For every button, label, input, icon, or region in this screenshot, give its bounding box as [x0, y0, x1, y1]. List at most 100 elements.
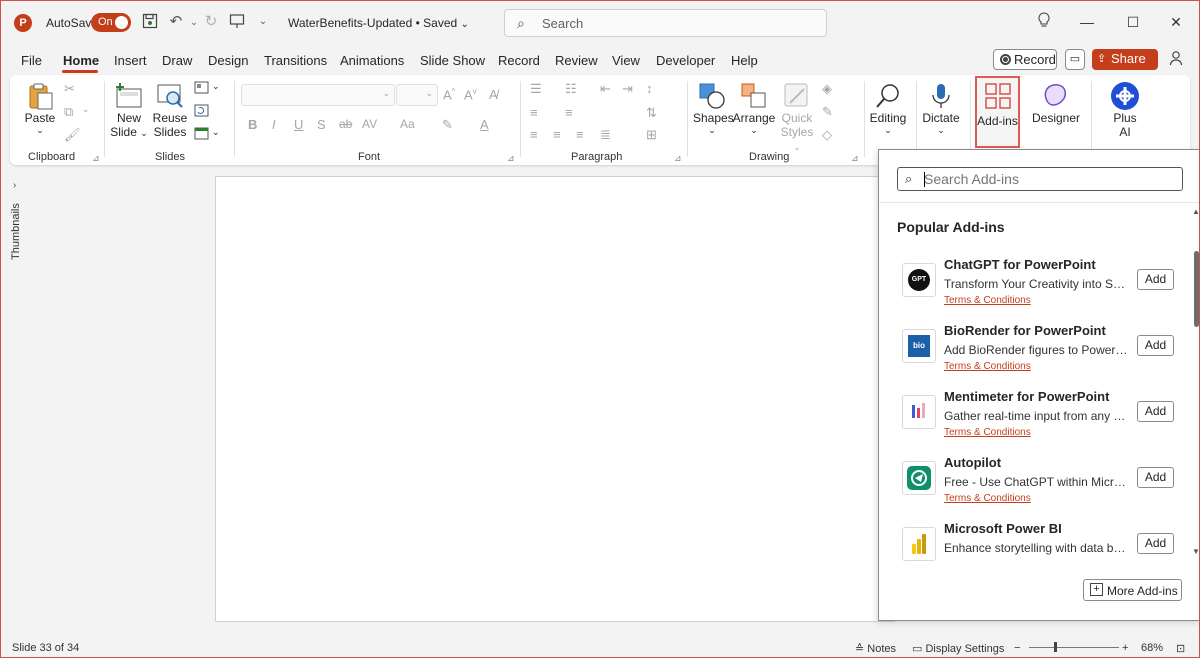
tab-help[interactable]: Help — [731, 53, 758, 68]
close-icon[interactable]: ✕ — [1166, 12, 1186, 32]
align-right-icon[interactable]: ≡ — [576, 127, 592, 143]
slide-canvas[interactable] — [215, 176, 895, 622]
terms-link[interactable]: Terms & Conditions — [944, 361, 1031, 372]
search-box[interactable]: ⌕ Search — [504, 9, 827, 37]
dialog-launcher-icon[interactable]: ⊿ — [674, 153, 682, 164]
add-in-item[interactable]: bio BioRender for PowerPoint Add BioRend… — [897, 323, 1177, 383]
italic-icon[interactable]: I — [272, 117, 288, 133]
chevron-down-icon[interactable]: ⌄ — [212, 127, 228, 143]
underline-icon[interactable]: U — [294, 117, 310, 133]
bullets-icon[interactable]: ☰ — [530, 81, 546, 97]
scroll-up-icon[interactable]: ▲ — [1192, 207, 1200, 216]
format-painter-icon[interactable]: 🖌 — [64, 127, 81, 143]
dialog-launcher-icon[interactable]: ⊿ — [507, 153, 515, 164]
editing-button[interactable]: Editing ⌄ — [868, 81, 908, 136]
increase-indent-icon[interactable]: ⇥ — [622, 81, 638, 97]
chevron-right-icon[interactable]: › — [13, 180, 16, 191]
add-in-item[interactable]: Mentimeter for PowerPoint Gather real-ti… — [897, 389, 1177, 449]
share-button[interactable]: ⇪ Share — [1092, 49, 1158, 70]
smartart-icon[interactable]: ⊞ — [646, 127, 662, 143]
more-add-ins-button[interactable]: + More Add-ins — [1083, 579, 1182, 601]
add-in-item[interactable]: Autopilot Free - Use ChatGPT within Micr… — [897, 455, 1177, 515]
strikethrough-icon[interactable]: ab — [339, 117, 355, 133]
add-in-item[interactable]: Microsoft Power BI Enhance storytelling … — [897, 521, 1177, 561]
shape-fill-icon[interactable]: ◈ — [822, 81, 838, 97]
add-button[interactable]: Add — [1137, 401, 1174, 422]
scroll-down-icon[interactable]: ▼ — [1192, 547, 1200, 556]
chevron-down-icon[interactable]: ⌄ — [212, 81, 228, 97]
scrollbar-thumb[interactable] — [1194, 251, 1199, 327]
layout-icon[interactable] — [194, 81, 210, 97]
document-title[interactable]: WaterBenefits-Updated • Saved ⌄ — [288, 16, 469, 30]
font-color-icon[interactable]: A — [480, 117, 496, 133]
new-slide-button[interactable]: New Slide ⌄ — [110, 81, 148, 139]
autosave-toggle[interactable]: On — [91, 13, 131, 32]
terms-link[interactable]: Terms & Conditions — [944, 493, 1031, 504]
tab-animations[interactable]: Animations — [340, 53, 404, 68]
paste-button[interactable]: Paste ⌄ — [22, 81, 58, 136]
comment-icon[interactable]: ▭ — [1065, 49, 1085, 70]
customize-icon[interactable]: ⌄ — [254, 13, 272, 31]
fit-slide-icon[interactable]: ⊡ — [1176, 642, 1185, 655]
line-spacing-icon[interactable]: ↕ — [646, 81, 662, 97]
tab-design[interactable]: Design — [208, 53, 248, 68]
font-family-select[interactable]: ⌄ — [241, 84, 395, 106]
add-ins-button[interactable]: Add-ins — [975, 76, 1020, 148]
chevron-down-icon[interactable]: ⌄ — [82, 104, 98, 120]
add-in-item[interactable]: GPT ChatGPT for PowerPoint Transform You… — [897, 257, 1177, 317]
terms-link[interactable]: Terms & Conditions — [944, 295, 1031, 306]
increase-font-icon[interactable]: A^ — [443, 87, 459, 103]
bold-icon[interactable]: B — [248, 117, 264, 133]
change-case-icon[interactable]: Aa — [400, 117, 416, 133]
decrease-font-icon[interactable]: Av — [464, 87, 480, 103]
add-button[interactable]: Add — [1137, 335, 1174, 356]
dialog-launcher-icon[interactable]: ⊿ — [92, 153, 100, 164]
justify-icon[interactable]: ≣ — [600, 127, 616, 143]
quick-styles-button[interactable]: Quick Styles ⌄ — [778, 81, 816, 153]
terms-link[interactable]: Terms & Conditions — [944, 427, 1031, 438]
lightbulb-icon[interactable] — [1034, 12, 1054, 32]
highlight-icon[interactable]: ✎ — [442, 117, 458, 133]
text-direction-icon[interactable]: ⇅ — [646, 105, 662, 121]
shape-effects-icon[interactable]: ◇ — [822, 127, 838, 143]
plus-ai-button[interactable]: Plus AI — [1103, 81, 1147, 139]
increase-list-level-icon[interactable]: ≡ — [565, 105, 581, 121]
tab-transitions[interactable]: Transitions — [264, 53, 327, 68]
maximize-icon[interactable]: ☐ — [1123, 12, 1143, 32]
zoom-slider-thumb[interactable] — [1054, 642, 1057, 652]
reset-icon[interactable] — [194, 104, 210, 120]
add-button[interactable]: Add — [1137, 533, 1174, 554]
decrease-list-level-icon[interactable]: ≡ — [530, 105, 546, 121]
present-icon[interactable] — [228, 13, 246, 31]
text-shadow-icon[interactable]: S — [317, 117, 333, 133]
align-left-icon[interactable]: ≡ — [530, 127, 546, 143]
tab-review[interactable]: Review — [555, 53, 598, 68]
tab-home[interactable]: Home — [63, 53, 99, 68]
zoom-slider[interactable] — [1029, 647, 1119, 648]
add-button[interactable]: Add — [1137, 467, 1174, 488]
add-ins-search-input[interactable] — [924, 170, 1174, 188]
redo-icon[interactable]: ↻ — [202, 13, 220, 31]
save-icon[interactable] — [141, 13, 159, 31]
add-button[interactable]: Add — [1137, 269, 1174, 290]
designer-button[interactable]: Designer — [1030, 81, 1082, 125]
person-icon[interactable] — [1169, 50, 1185, 70]
arrange-button[interactable]: Arrange ⌄ — [732, 81, 776, 136]
numbering-icon[interactable]: ☷ — [565, 81, 581, 97]
section-icon[interactable] — [194, 127, 210, 143]
zoom-level[interactable]: 68% — [1141, 642, 1163, 654]
shape-outline-icon[interactable]: ✎ — [822, 104, 838, 120]
copy-icon[interactable]: ⧉ — [64, 104, 80, 120]
dialog-launcher-icon[interactable]: ⊿ — [851, 153, 859, 164]
character-spacing-icon[interactable]: AV — [362, 117, 378, 133]
scrollbar[interactable]: ▲ ▼ — [1191, 207, 1200, 561]
zoom-in-button[interactable]: + — [1122, 642, 1128, 654]
decrease-indent-icon[interactable]: ⇤ — [600, 81, 616, 97]
font-size-select[interactable]: ⌄ — [396, 84, 438, 106]
cut-icon[interactable]: ✂ — [64, 81, 80, 97]
clear-formatting-icon[interactable]: A̸ — [489, 87, 505, 103]
tab-developer[interactable]: Developer — [656, 53, 715, 68]
record-button[interactable]: Record — [993, 49, 1057, 70]
tab-insert[interactable]: Insert — [114, 53, 147, 68]
dictate-button[interactable]: Dictate ⌄ — [920, 81, 962, 136]
